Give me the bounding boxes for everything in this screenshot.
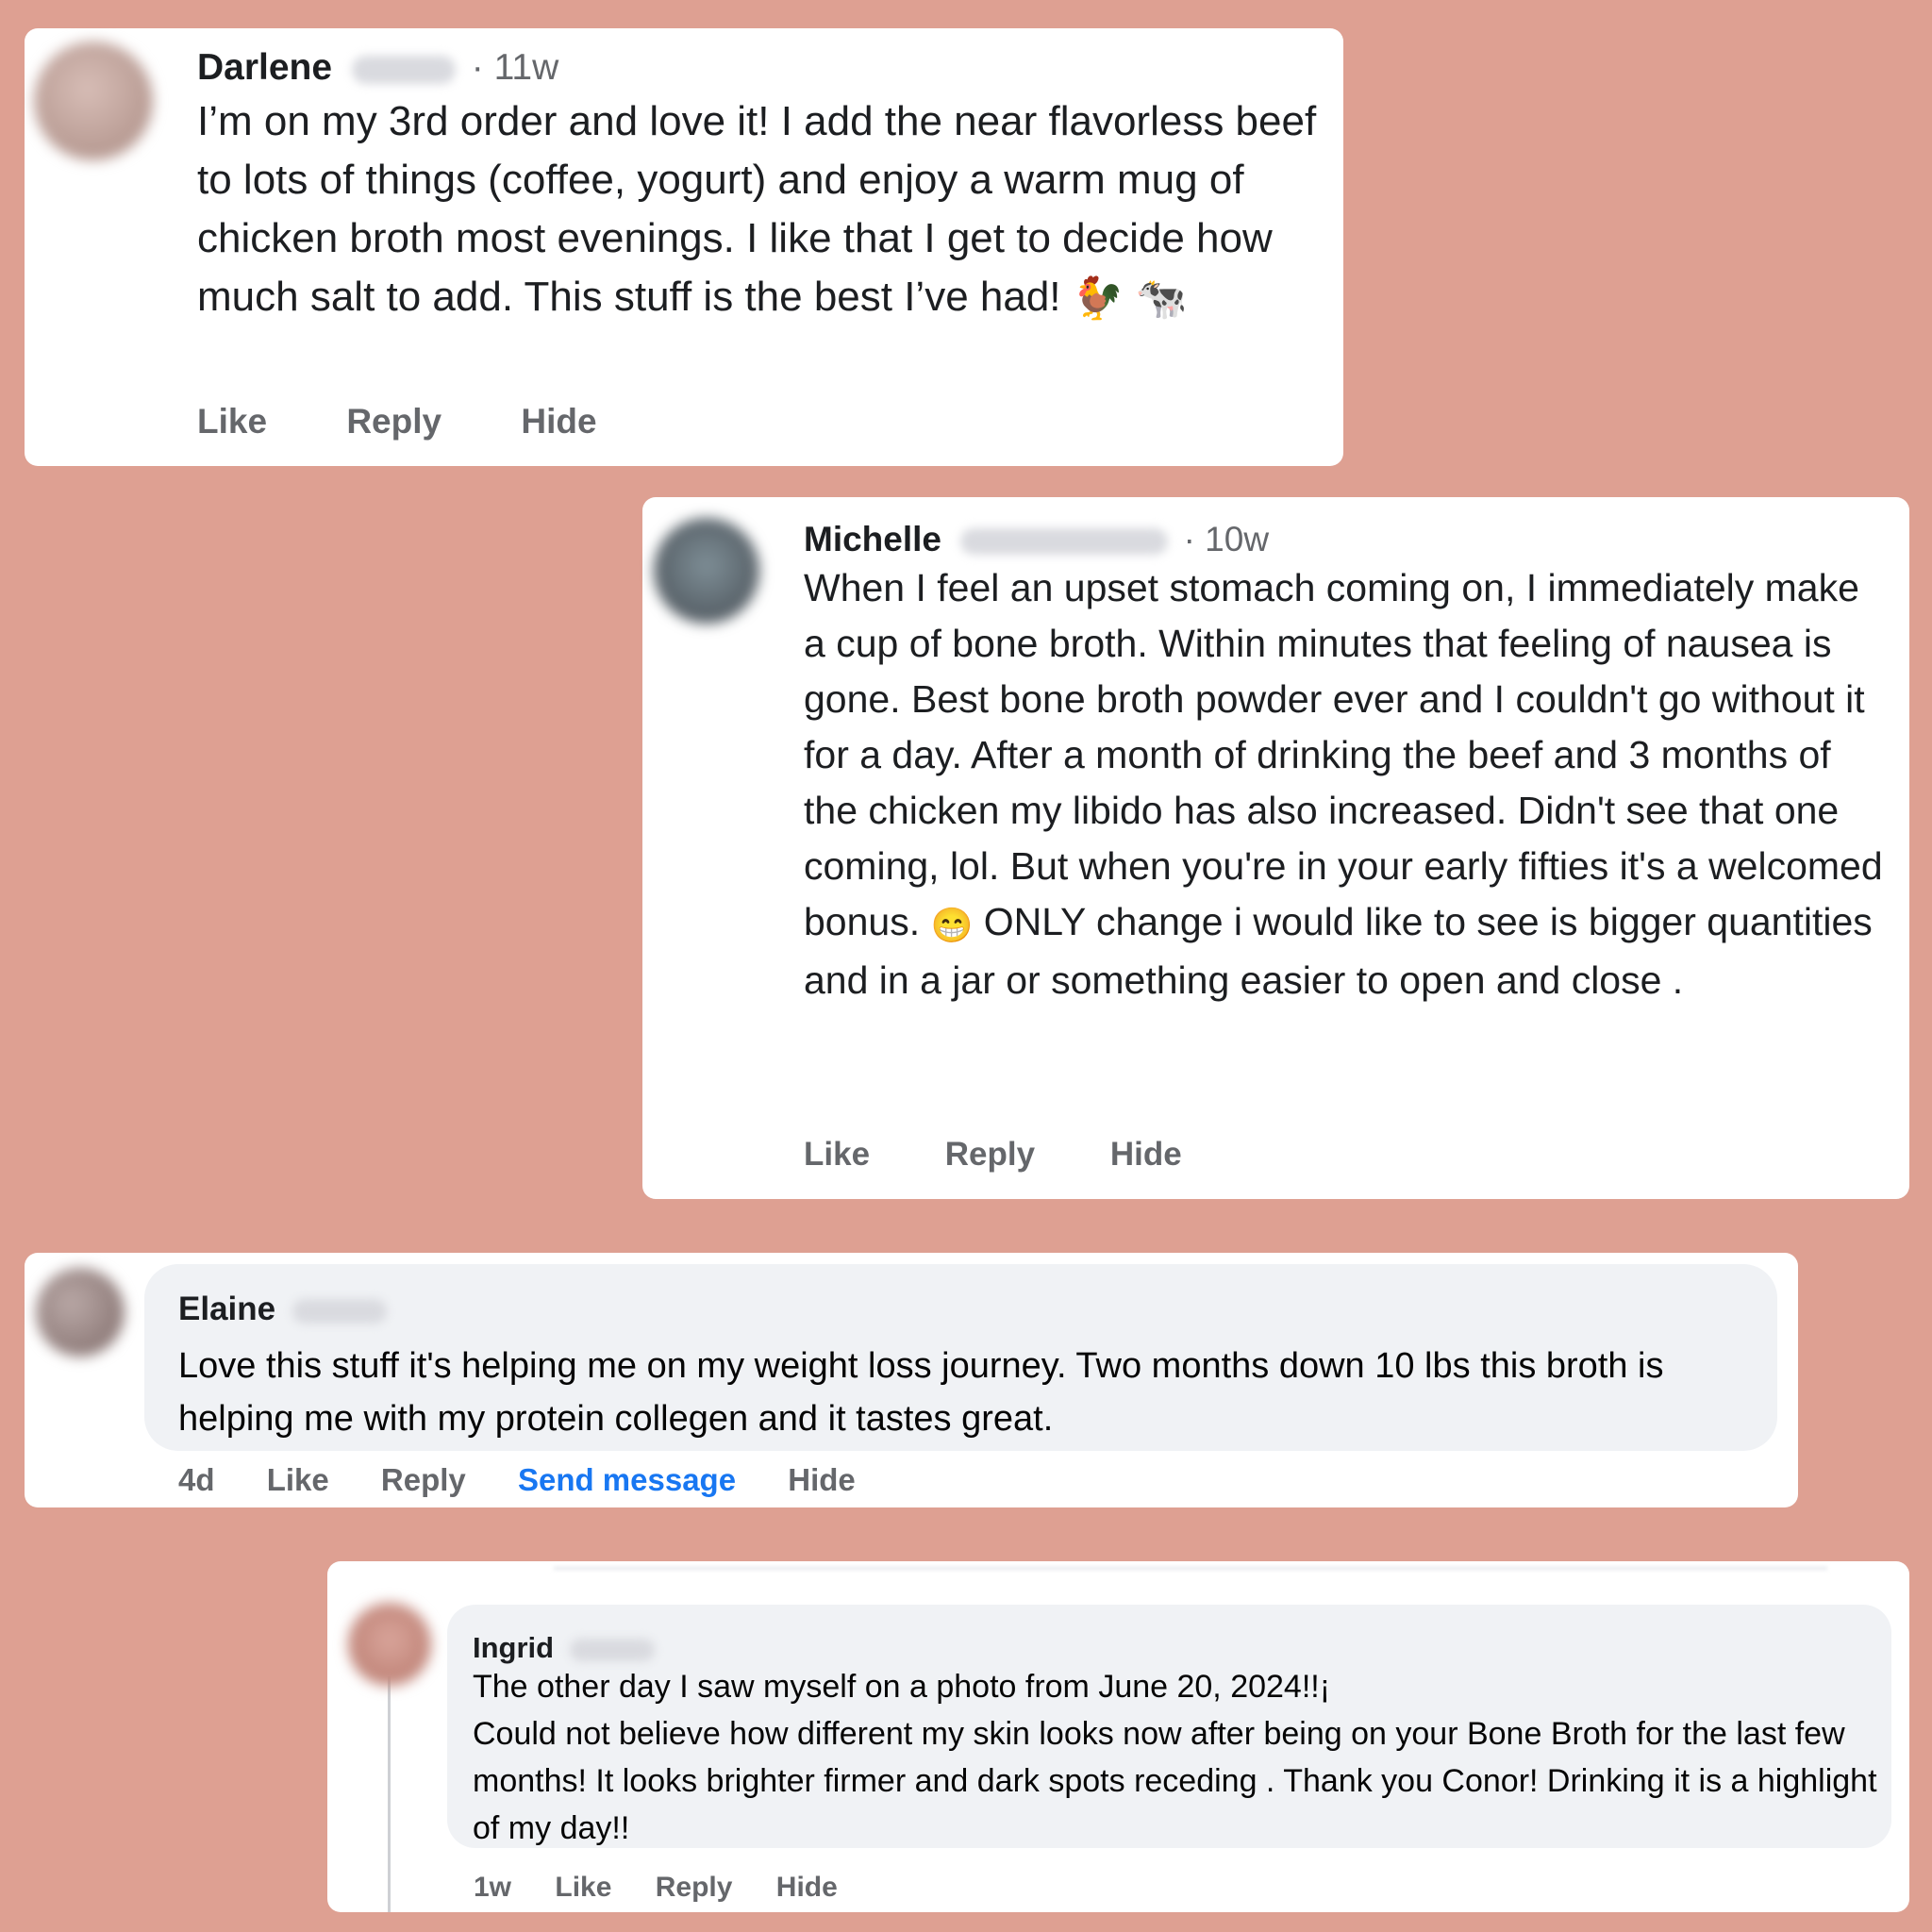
avatar[interactable] <box>654 518 759 624</box>
reply-button[interactable]: Reply <box>346 402 441 441</box>
comment-text-part-1: When I feel an upset stomach coming on, … <box>804 566 1883 943</box>
grinning-face-emoji-icon: 😁 <box>930 905 974 944</box>
comment-actions: 1w Like Reply Hide <box>474 1872 838 1904</box>
redacted-surname <box>291 1298 387 1324</box>
comment-card-ingrid: Ingrid The other day I saw myself on a p… <box>327 1561 1909 1912</box>
comment-text: The other day I saw myself on a photo fr… <box>473 1663 1878 1852</box>
comment-text-line-1: The other day I saw myself on a photo fr… <box>473 1669 1331 1705</box>
hide-button[interactable]: Hide <box>521 402 596 441</box>
cow-emoji-icon: 🐄 <box>1135 275 1188 323</box>
thread-divider <box>554 1567 1827 1570</box>
thread-line <box>388 1676 391 1912</box>
comment-text: Love this stuff it's helping me on my we… <box>178 1346 1664 1439</box>
comment-card-elaine: Elaine Love this stuff it's helping me o… <box>25 1253 1798 1507</box>
comment-actions: 4d Like Reply Send message Hide <box>178 1462 856 1498</box>
redacted-surname <box>351 55 456 84</box>
comment-card-michelle: Michelle · 10w When I feel an upset stom… <box>642 497 1909 1199</box>
redacted-surname <box>569 1638 655 1661</box>
comment-bubble: Ingrid The other day I saw myself on a p… <box>447 1605 1891 1848</box>
hide-button[interactable]: Hide <box>788 1462 856 1498</box>
rooster-emoji-icon: 🐓 <box>1072 275 1124 323</box>
reply-button[interactable]: Reply <box>381 1462 466 1498</box>
reply-button[interactable]: Reply <box>656 1872 733 1904</box>
comment-text: I’m on my 3rd order and love it! I add t… <box>197 92 1329 328</box>
avatar[interactable] <box>34 42 153 160</box>
comment-card-darlene: Darlene · 11w I’m on my 3rd order and lo… <box>25 28 1343 466</box>
avatar[interactable] <box>348 1603 431 1686</box>
comment-text-rest: Could not believe how different my skin … <box>473 1716 1877 1846</box>
comment-time[interactable]: 1w <box>474 1872 511 1904</box>
redacted-surname <box>960 528 1169 556</box>
comment-header: Elaine <box>178 1291 387 1328</box>
comment-time[interactable]: 4d <box>178 1462 215 1498</box>
send-message-button[interactable]: Send message <box>518 1462 736 1498</box>
comment-bubble: Elaine Love this stuff it's helping me o… <box>144 1264 1777 1451</box>
commenter-name[interactable]: Michelle <box>804 520 941 558</box>
comment-actions: Like Reply Hide <box>804 1136 1182 1174</box>
comment-time[interactable]: · 11w <box>472 47 558 88</box>
avatar[interactable] <box>36 1268 125 1357</box>
hide-button[interactable]: Hide <box>776 1872 838 1904</box>
comment-header: Darlene · 11w <box>197 47 558 89</box>
like-button[interactable]: Like <box>197 402 267 441</box>
like-button[interactable]: Like <box>267 1462 329 1498</box>
commenter-name[interactable]: Darlene <box>197 47 332 88</box>
hide-button[interactable]: Hide <box>1110 1136 1182 1174</box>
comment-time[interactable]: · 10w <box>1184 520 1269 558</box>
like-button[interactable]: Like <box>804 1136 870 1174</box>
comment-header: Michelle · 10w <box>804 520 1269 559</box>
like-button[interactable]: Like <box>555 1872 611 1904</box>
commenter-name[interactable]: Ingrid <box>473 1631 554 1664</box>
comment-header: Ingrid <box>473 1631 655 1665</box>
comment-text: When I feel an upset stomach coming on, … <box>804 560 1889 1008</box>
comment-actions: Like Reply Hide <box>197 402 597 441</box>
reply-button[interactable]: Reply <box>945 1136 1035 1174</box>
commenter-name[interactable]: Elaine <box>178 1291 275 1327</box>
